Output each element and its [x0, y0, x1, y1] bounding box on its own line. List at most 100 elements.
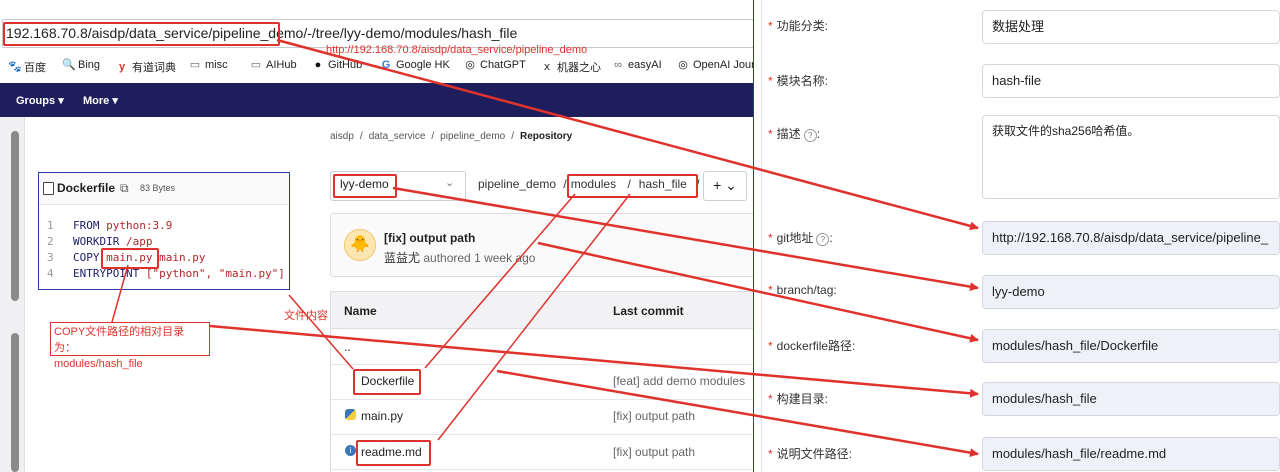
- nav-groups-label: Groups: [16, 95, 56, 107]
- line-number: 1: [47, 219, 54, 232]
- info-icon: i: [345, 445, 356, 456]
- file-name[interactable]: ..: [344, 340, 351, 354]
- build-dir-input[interactable]: modules/hash_file: [982, 382, 1280, 416]
- bookmark-openai[interactable]: ◎ OpenAI Jour: [677, 59, 753, 71]
- line-number: 2: [47, 235, 54, 248]
- bookmark-chatgpt[interactable]: ◎ ChatGPT: [464, 59, 526, 71]
- path-root[interactable]: pipeline_demo: [478, 177, 556, 191]
- readme-highlight-box: [356, 440, 431, 466]
- youdao-icon: y: [118, 61, 126, 73]
- dockerfile-highlight-box: [353, 369, 421, 395]
- bookmark-label: 机器之心: [557, 62, 601, 74]
- bookmark-google[interactable]: G Google HK: [380, 59, 450, 71]
- url-suffix: -/tree/lyy-demo/modules/hash_file: [307, 25, 518, 41]
- form-label-category: * 功能分类:: [768, 17, 828, 34]
- nav-more-label: More: [83, 95, 110, 107]
- chevron-down-icon: ⌄: [445, 177, 455, 189]
- module-name-input[interactable]: hash-file: [982, 64, 1280, 98]
- file-last-commit[interactable]: [fix] output path: [613, 409, 695, 423]
- code-line: 1 FROM python:3.9: [47, 219, 172, 232]
- commit-message[interactable]: [fix] output path: [384, 231, 475, 245]
- file-size: 83 Bytes: [140, 183, 176, 193]
- url-annotation: http://192.168.70.8/aisdp/data_service/p…: [326, 44, 588, 56]
- file-content-annotation: 文件内容: [284, 310, 328, 322]
- copy-icon[interactable]: ⧉: [120, 181, 129, 196]
- bookmark-label: AIHub: [266, 59, 297, 71]
- bing-search-icon: 🔍: [62, 59, 76, 71]
- bookmark-aihub[interactable]: ▭ AIHub: [250, 59, 297, 71]
- url-highlight-box: [3, 22, 280, 46]
- label-text: 说明文件路径:: [776, 447, 853, 461]
- breadcrumb-separator: /: [359, 131, 363, 142]
- browser-window: 192.168.70.8/aisdp/data_service/pipeline…: [0, 0, 754, 472]
- copy-source-highlight-box: [101, 248, 159, 269]
- bookmark-baidu[interactable]: 🐾 百度: [8, 59, 46, 75]
- code-line: 4 ENTRYPOINT ["python", "main.py"]: [47, 267, 285, 280]
- bookmark-label: Bing: [78, 59, 101, 71]
- file-last-commit[interactable]: [fix] output path: [613, 445, 695, 459]
- git-url-input[interactable]: http://192.168.70.8/aisdp/data_service/p…: [982, 221, 1280, 255]
- breadcrumb-current[interactable]: Repository: [520, 131, 572, 142]
- breadcrumb-item[interactable]: data_service: [369, 131, 426, 142]
- dockerfile-path-input[interactable]: modules/hash_file/Dockerfile: [982, 329, 1280, 363]
- required-marker: *: [768, 283, 773, 297]
- code-keyword: WORKDIR: [73, 235, 120, 248]
- branch-highlight-box: [333, 174, 397, 198]
- column-header-last-commit: Last commit: [613, 304, 684, 318]
- nav-groups[interactable]: Groups ▾: [16, 94, 64, 107]
- description-textarea[interactable]: 获取文件的sha256哈希值。: [982, 115, 1280, 199]
- file-last-commit[interactable]: [feat] add demo modules: [613, 374, 745, 388]
- label-text: git地址: [776, 231, 814, 245]
- folder-icon: ▭: [250, 59, 262, 71]
- readme-path-input[interactable]: modules/hash_file/readme.md: [982, 437, 1280, 471]
- code-text: ["python", "main.py"]: [139, 267, 285, 280]
- form-label-build-dir: * 构建目录:: [768, 390, 828, 407]
- path-highlight-box: [567, 174, 698, 198]
- label-text: 模块名称:: [776, 74, 829, 88]
- required-marker: *: [768, 392, 773, 406]
- file-name[interactable]: main.py: [361, 409, 403, 423]
- bookmark-label: Google HK: [396, 59, 450, 71]
- bookmark-label: 百度: [24, 62, 46, 74]
- line-number: 3: [47, 251, 54, 264]
- help-icon[interactable]: ?: [816, 233, 830, 246]
- required-marker: *: [768, 19, 773, 33]
- table-row[interactable]: [331, 329, 753, 365]
- breadcrumb-separator: /: [511, 131, 515, 142]
- required-marker: *: [768, 74, 773, 88]
- code-text: python:3.9: [99, 219, 173, 232]
- github-icon: ●: [314, 59, 322, 71]
- add-file-button[interactable]: + ⌄: [703, 171, 747, 201]
- commit-author[interactable]: 蓝益尤: [384, 251, 420, 265]
- label-text: branch/tag:: [776, 283, 837, 297]
- chatgpt-icon: ◎: [465, 59, 475, 71]
- help-icon[interactable]: ?: [803, 129, 817, 142]
- bookmark-easyai[interactable]: ∞ easyAI: [612, 59, 662, 71]
- form-label-module-name: * 模块名称:: [768, 72, 828, 89]
- scrollbar-thumb[interactable]: [11, 131, 19, 301]
- annotation-line: COPY文件路径的相对目录为：: [54, 326, 185, 354]
- bookmark-label: 有道词典: [132, 62, 176, 74]
- form-label-git-url: * git地址?:: [768, 231, 833, 246]
- form-label-readme-path: * 说明文件路径:: [768, 445, 852, 462]
- required-marker: *: [768, 339, 773, 353]
- bookmark-youdao[interactable]: y 有道词典: [116, 59, 176, 75]
- required-marker: *: [768, 231, 773, 245]
- google-icon: G: [381, 59, 391, 71]
- bookmark-github[interactable]: ● GitHub: [312, 59, 363, 71]
- bookmark-bing[interactable]: 🔍 Bing: [62, 59, 100, 71]
- breadcrumb-item[interactable]: aisdp: [330, 131, 354, 142]
- avatar[interactable]: 🐥: [344, 229, 376, 261]
- bookmark-misc[interactable]: ▭ misc: [189, 59, 228, 71]
- bookmark-jiqizhixin[interactable]: ⅹ 机器之心: [541, 59, 601, 75]
- last-commit-card: [330, 213, 753, 277]
- breadcrumb-item[interactable]: pipeline_demo: [440, 131, 505, 142]
- nav-more[interactable]: More ▾: [83, 94, 118, 107]
- category-select[interactable]: 数据处理: [982, 10, 1280, 44]
- copy-path-annotation: COPY文件路径的相对目录为： modules/hash_file: [50, 322, 210, 370]
- commit-time: authored 1 week ago: [423, 251, 536, 265]
- easyai-icon: ∞: [614, 59, 622, 71]
- branch-input[interactable]: lyy-demo: [982, 275, 1280, 309]
- baidu-icon: 🐾: [8, 61, 22, 73]
- scrollbar-thumb[interactable]: [11, 333, 19, 472]
